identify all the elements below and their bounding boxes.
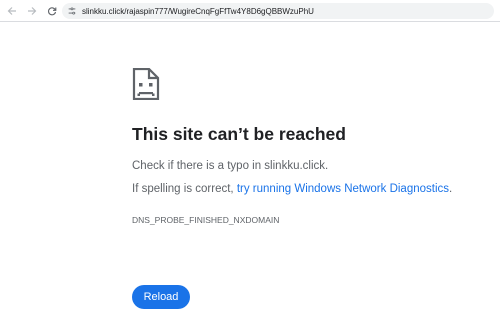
spelling-hint-suffix: . (449, 183, 453, 195)
address-bar-url: slinkku.click/rajaspin777/WugireCnqFgFfT… (82, 6, 314, 16)
error-title: This site can’t be reached (132, 124, 346, 144)
spelling-hint: If spelling is correct, try running Wind… (132, 183, 452, 195)
error-content: This site can’t be reached Check if ther… (132, 68, 472, 225)
network-diagnostics-link[interactable]: try running Windows Network Diagnostics (237, 183, 449, 195)
spelling-hint-prefix: If spelling is correct, (132, 183, 237, 195)
back-button[interactable] (4, 3, 20, 19)
site-info-icon (68, 7, 76, 15)
browser-toolbar: slinkku.click/rajaspin777/WugireCnqFgFfT… (0, 0, 500, 22)
address-bar[interactable]: slinkku.click/rajaspin777/WugireCnqFgFfT… (62, 3, 494, 19)
error-code: DNS_PROBE_FINISHED_NXDOMAIN (132, 215, 280, 225)
reload-toolbar-button[interactable] (44, 3, 60, 19)
sad-page-icon (132, 68, 160, 100)
site-info-button[interactable] (66, 5, 78, 17)
reload-button[interactable]: Reload (132, 285, 190, 309)
forward-arrow-icon (28, 6, 37, 15)
forward-button[interactable] (24, 3, 40, 19)
reload-icon (48, 6, 57, 15)
typo-hint: Check if there is a typo in slinkku.clic… (132, 160, 329, 172)
back-arrow-icon (7, 6, 16, 15)
